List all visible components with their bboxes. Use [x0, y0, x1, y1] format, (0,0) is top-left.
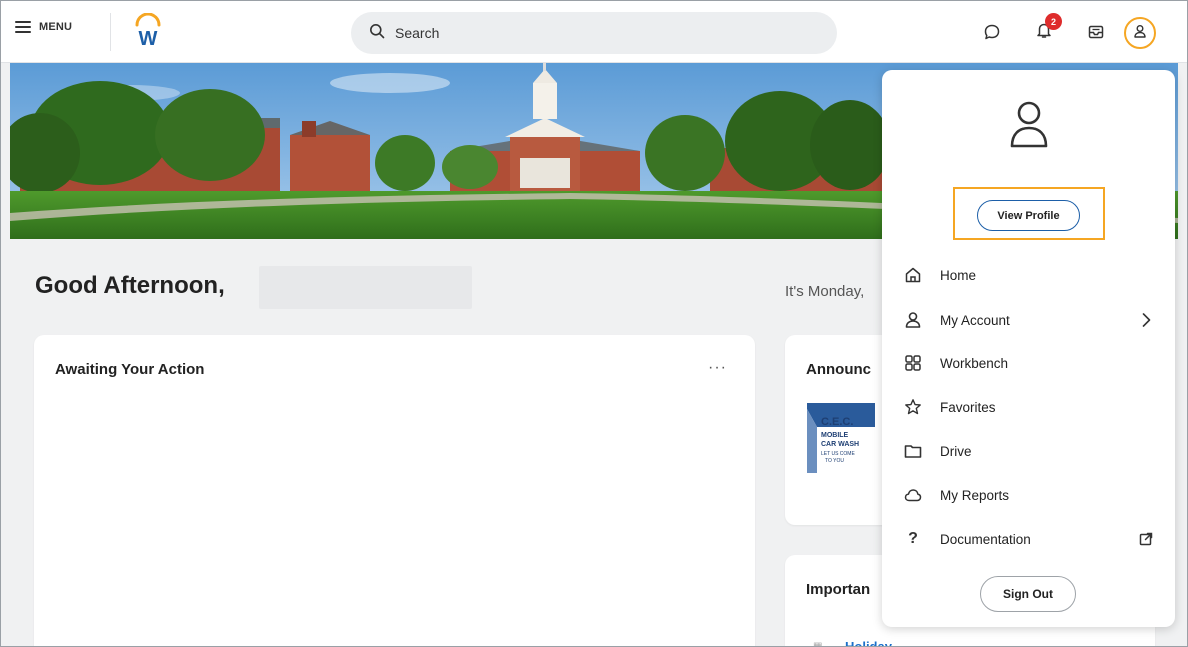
menu-label: MENU	[39, 21, 73, 33]
redacted-user-name	[259, 266, 472, 309]
menu-item-label: Home	[940, 267, 977, 283]
logo-line-3: CAR WASH	[821, 441, 859, 448]
external-link-icon	[1138, 531, 1154, 547]
announcements-title: Announc	[806, 361, 871, 378]
menu-item-label: Documentation	[940, 531, 1031, 547]
profile-menu: View Profile Home My Account Workbench F…	[882, 70, 1175, 627]
awaiting-action-title: Awaiting Your Action	[55, 361, 205, 378]
menu-item-documentation[interactable]: ? Documentation	[904, 524, 1154, 554]
menu-item-label: My Account	[940, 312, 1010, 328]
logo-line-5: TO YOU	[825, 458, 844, 464]
cloud-icon	[904, 486, 922, 504]
logo-line-2: MOBILE	[821, 432, 849, 439]
menu-item-favorites[interactable]: Favorites	[904, 392, 1154, 422]
menu-item-label: My Reports	[940, 487, 1010, 503]
app-window: MENU W 2	[0, 0, 1188, 647]
greeting-heading: Good Afternoon,	[35, 272, 225, 299]
more-options-button[interactable]: ···	[708, 359, 727, 377]
logo-line-1: C.E.C.	[821, 416, 853, 428]
menu-item-label: Favorites	[940, 399, 996, 415]
calendar-icon: ▦	[813, 641, 823, 647]
profile-avatar-button[interactable]	[1124, 17, 1156, 49]
question-icon: ?	[908, 530, 918, 547]
menu-item-drive[interactable]: Drive	[904, 436, 1154, 466]
home-icon	[904, 266, 922, 284]
search-input[interactable]	[395, 25, 795, 41]
menu-item-home[interactable]: Home	[904, 260, 1154, 290]
folder-icon	[904, 442, 922, 460]
profile-user-icon	[1009, 100, 1049, 148]
search-bar[interactable]	[351, 12, 837, 54]
notification-badge: 2	[1045, 13, 1062, 30]
date-text: It's Monday,	[785, 283, 865, 300]
menu-item-workbench[interactable]: Workbench	[904, 348, 1154, 378]
workbench-icon	[904, 354, 922, 372]
topbar-divider	[110, 13, 111, 51]
user-icon	[1133, 24, 1147, 43]
search-icon	[369, 23, 385, 44]
logo-line-4: LET US COME	[821, 451, 855, 457]
menu-item-label: Workbench	[940, 355, 1009, 371]
menu-item-my-reports[interactable]: My Reports	[904, 480, 1154, 510]
awaiting-action-card: Awaiting Your Action ···	[34, 335, 755, 646]
holiday-link[interactable]: Holiday	[845, 639, 892, 646]
important-title: Importan	[806, 581, 871, 598]
menu-item-my-account[interactable]: My Account	[904, 305, 1154, 335]
inbox-icon[interactable]	[1083, 19, 1109, 45]
logo-letter: W	[139, 28, 158, 49]
notifications-button[interactable]: 2	[1031, 13, 1062, 45]
car-wash-logo-image[interactable]: C.E.C. MOBILE CAR WASH LET US COME TO YO…	[807, 403, 875, 473]
chat-icon[interactable]	[979, 19, 1005, 45]
top-bar: MENU W 2	[1, 1, 1187, 63]
menu-icon	[15, 21, 31, 33]
workday-logo[interactable]: W	[131, 12, 165, 50]
view-profile-button[interactable]: View Profile	[977, 200, 1080, 231]
sign-out-button[interactable]: Sign Out	[980, 576, 1076, 612]
menu-button[interactable]: MENU	[15, 21, 72, 33]
star-icon	[904, 398, 922, 416]
chevron-right-icon	[1138, 312, 1154, 328]
user-icon	[904, 311, 922, 329]
menu-item-label: Drive	[940, 443, 972, 459]
